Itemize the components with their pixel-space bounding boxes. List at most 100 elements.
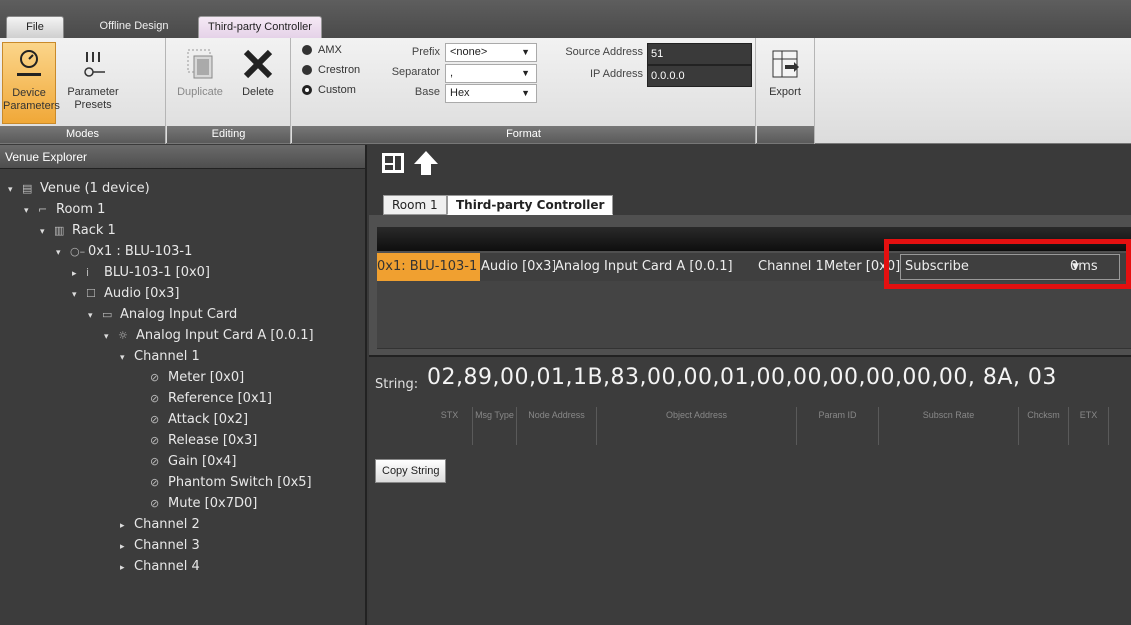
tree-node[interactable]: ▾ ▤ Venue (1 device): [0, 179, 365, 199]
node-type-icon: ⊘: [150, 476, 160, 489]
venue-explorer-title: Venue Explorer: [0, 145, 365, 169]
format-group-label: Format: [292, 126, 755, 143]
parameter-presets-button[interactable]: Parameter Presets: [62, 42, 124, 112]
source-address-label: Source Address: [565, 46, 643, 58]
radio-dot-icon: [302, 64, 312, 75]
expand-right-icon[interactable]: ▸: [120, 558, 134, 578]
delete-label: Delete: [242, 86, 274, 98]
tree-node[interactable]: ▸ Channel 4: [0, 557, 365, 577]
cell-channel[interactable]: Channel 1: [758, 253, 824, 281]
tab-offline-design[interactable]: Offline Design: [84, 16, 184, 38]
expand-down-icon[interactable]: ▾: [72, 285, 86, 305]
radio-crestron[interactable]: Crestron: [302, 60, 360, 79]
menu-tab-bar: File Offline Design Third-party Controll…: [0, 0, 1131, 38]
expand-down-icon[interactable]: ▾: [104, 327, 118, 347]
tree-node-label: Gain [0x4]: [168, 454, 237, 469]
expand-down-icon[interactable]: ▾: [24, 201, 38, 221]
base-value: Hex: [450, 87, 470, 99]
tab-third-party-controller[interactable]: Third-party Controller: [198, 16, 322, 38]
expand-down-icon[interactable]: ▾: [120, 348, 134, 368]
node-type-icon: ▭: [102, 308, 113, 321]
tree-node[interactable]: ▸ Channel 2: [0, 515, 365, 535]
tree-node-label: Release [0x3]: [168, 433, 258, 448]
radio-amx[interactable]: AMX: [302, 40, 342, 59]
ribbon: Device Parameters Parameter Presets Mode…: [0, 38, 1131, 144]
tree-node[interactable]: ▾ ▭ Analog Input Card: [0, 305, 365, 325]
device-parameters-button[interactable]: Device Parameters: [2, 42, 60, 124]
radio-selected-icon: [302, 84, 312, 95]
separator-label: Separator: [391, 66, 440, 78]
tree-node[interactable]: ⊘ Mute [0x7D0]: [0, 494, 365, 514]
editing-group-label: Editing: [167, 126, 290, 143]
expand-down-icon[interactable]: ▾: [8, 180, 22, 200]
prefix-label: Prefix: [411, 46, 440, 58]
node-type-icon: ☐: [86, 287, 96, 300]
tree-node-label: Analog Input Card: [120, 307, 238, 322]
format-group: AMX Crestron Custom Prefix <none> ▼ Sepa…: [292, 38, 756, 144]
copy-string-button[interactable]: Copy String: [375, 459, 447, 483]
duplicate-button[interactable]: Duplicate: [171, 42, 229, 99]
tab-file[interactable]: File: [6, 16, 64, 38]
cell-device[interactable]: 0x1: BLU-103-1: [377, 253, 480, 281]
tree-node-label: Channel 4: [134, 559, 200, 574]
prefix-select[interactable]: <none> ▼: [445, 43, 537, 62]
tree-node-label: Attack [0x2]: [168, 412, 249, 427]
radio-custom-label: Custom: [318, 83, 356, 96]
tree-node[interactable]: ▾ ▥ Rack 1: [0, 221, 365, 241]
cell-card[interactable]: Analog Input Card A [0.0.1]: [555, 253, 758, 281]
radio-custom[interactable]: Custom: [302, 80, 356, 99]
tree-node[interactable]: ▾ ⌐ Room 1: [0, 200, 365, 220]
up-arrow-icon[interactable]: [413, 150, 439, 179]
expand-down-icon[interactable]: ▾: [88, 306, 102, 326]
ip-address-label: IP Address: [590, 68, 643, 80]
expand-right-icon[interactable]: ▸: [120, 537, 134, 557]
tree-node[interactable]: ⊘ Phantom Switch [0x5]: [0, 473, 365, 493]
ip-address-input[interactable]: 0.0.0.0: [647, 65, 752, 87]
export-group: Export: [757, 38, 815, 144]
field-stx: STX: [427, 407, 473, 445]
document-tab-strip: Room 1 Third-party Controller: [369, 179, 1131, 215]
tree-node-label: 0x1 : BLU-103-1: [88, 244, 193, 259]
tree-node[interactable]: ⊘ Meter [0x0]: [0, 368, 365, 388]
tree-node[interactable]: ⊘ Attack [0x2]: [0, 410, 365, 430]
source-address-input[interactable]: 51: [647, 43, 752, 65]
string-panel: String: 02,89,00,01,1B,83,00,00,01,00,00…: [369, 355, 1131, 625]
chevron-down-icon: ▼: [521, 68, 530, 78]
prefix-value: <none>: [450, 46, 488, 58]
field-msg-type: Msg Type: [473, 407, 517, 445]
cell-object[interactable]: Audio [0x3]: [481, 253, 555, 281]
node-type-icon: ▥: [54, 224, 65, 237]
tree-node[interactable]: ▸ Channel 3: [0, 536, 365, 556]
tree-node[interactable]: ▾ ○– 0x1 : BLU-103-1: [0, 242, 365, 262]
venue-explorer-panel: Venue Explorer ▾ ▤ Venue (1 device) ▾ ⌐ Room …: [0, 145, 367, 625]
tree-node[interactable]: ⊘ Release [0x3]: [0, 431, 365, 451]
node-type-icon: ⊘: [150, 371, 160, 384]
expand-down-icon[interactable]: ▾: [56, 243, 70, 263]
doc-tab-third-party-controller[interactable]: Third-party Controller: [447, 195, 614, 215]
delete-button[interactable]: Delete: [231, 42, 285, 99]
expand-right-icon[interactable]: ▸: [72, 264, 86, 284]
tree-node-label: Mute [0x7D0]: [168, 496, 258, 511]
tree-node[interactable]: ▸ i BLU-103-1 [0x0]: [0, 263, 365, 283]
tree-node[interactable]: ▾ ☐ Audio [0x3]: [0, 284, 365, 304]
node-type-icon: ⌐: [38, 203, 48, 216]
node-type-icon: ○–: [70, 245, 86, 258]
tree-node[interactable]: ▾ ☼ Analog Input Card A [0.0.1]: [0, 326, 365, 346]
doc-tab-room-1[interactable]: Room 1: [383, 195, 447, 215]
tree-node-label: Audio [0x3]: [104, 286, 180, 301]
tree-node-label: Analog Input Card A [0.0.1]: [136, 328, 314, 343]
modes-group-label: Modes: [0, 126, 165, 143]
expand-down-icon[interactable]: ▾: [40, 222, 54, 242]
export-button[interactable]: Export: [759, 42, 811, 99]
separator-select[interactable]: , ▼: [445, 64, 537, 83]
export-icon: [759, 42, 811, 86]
tree-node[interactable]: ▾ Channel 1: [0, 347, 365, 367]
export-label: Export: [769, 86, 801, 98]
field-object-address: Object Address: [597, 407, 797, 445]
layout-icon[interactable]: [381, 152, 405, 177]
tree-node[interactable]: ⊘ Gain [0x4]: [0, 452, 365, 472]
expand-right-icon[interactable]: ▸: [120, 516, 134, 536]
tree-node-label: Rack 1: [72, 223, 116, 238]
tree-node[interactable]: ⊘ Reference [0x1]: [0, 389, 365, 409]
base-select[interactable]: Hex ▼: [445, 84, 537, 103]
